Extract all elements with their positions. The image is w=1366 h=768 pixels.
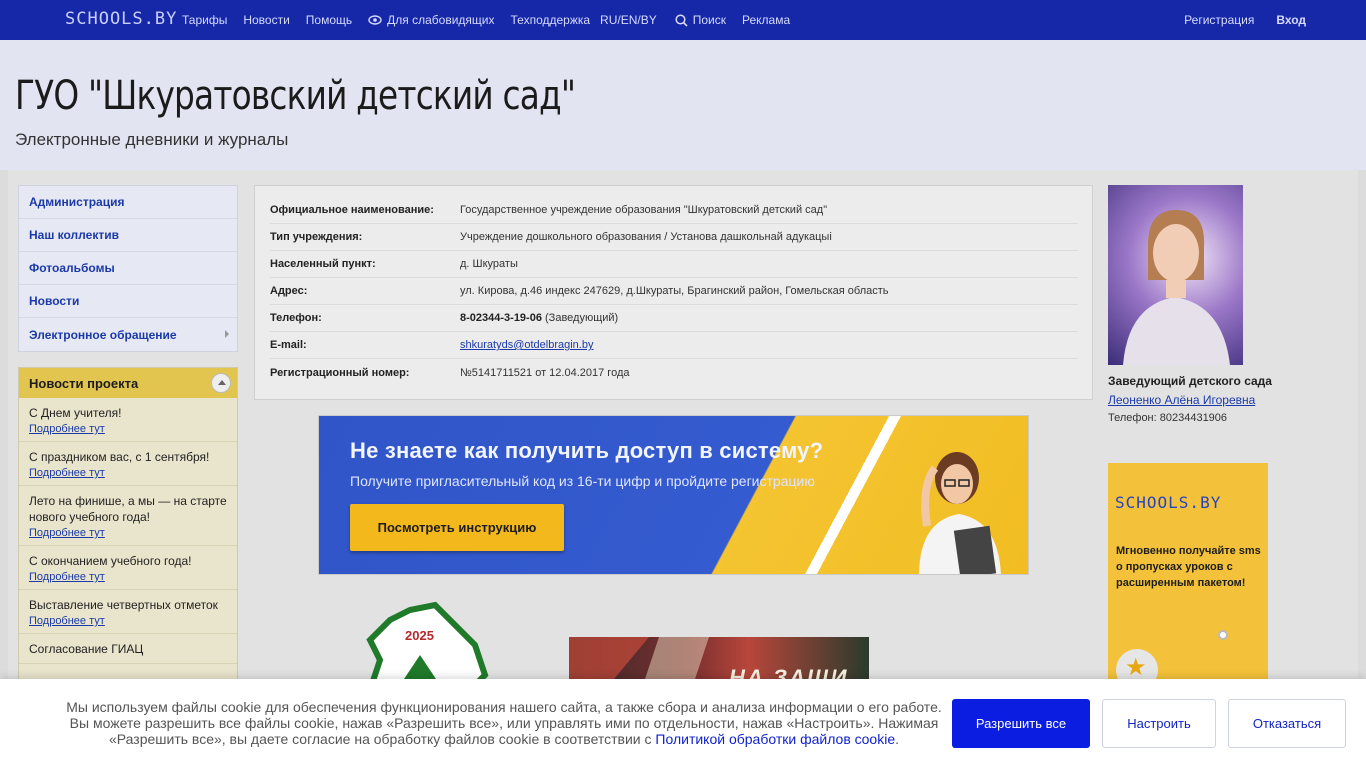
site-logo[interactable]: SCHOOLS.BY bbox=[65, 9, 177, 29]
info-label: Регистрационный номер: bbox=[270, 366, 410, 379]
info-row-official-name: Официальное наименование: Государственное… bbox=[270, 197, 1078, 224]
info-value: д. Шкураты bbox=[460, 258, 518, 270]
language-switch[interactable]: RU/EN/BY bbox=[600, 13, 657, 27]
sidebar-item-label: Электронное обращение bbox=[29, 327, 177, 342]
cookie-text: Мы используем файлы cookie для обеспечен… bbox=[66, 699, 942, 747]
project-news-panel: Новости проекта С Днем учителя! Подробнее… bbox=[18, 367, 238, 687]
director-photo bbox=[1108, 185, 1243, 365]
news-item: С окончанием учебного года! Подробнее тут bbox=[19, 546, 237, 590]
news-item: С праздником вас, с 1 сентября! Подробнее… bbox=[19, 442, 237, 486]
news-more-link[interactable]: Подробнее тут bbox=[29, 423, 105, 435]
info-value: ул. Кирова, д.46 индекс 247629, д.Шкурат… bbox=[460, 285, 889, 297]
news-item-title: Согласование ГИАЦ bbox=[29, 642, 144, 656]
search-icon bbox=[675, 13, 688, 27]
nav-news[interactable]: Новости bbox=[243, 13, 289, 27]
info-label: Официальное наименование: bbox=[270, 204, 434, 216]
banner-subtext: Получите пригласительный код из 16-ти ци… bbox=[350, 473, 815, 489]
director-name-link[interactable]: Леоненко Алёна Игоревна bbox=[1108, 393, 1255, 407]
news-item-title: С Днем учителя! bbox=[29, 406, 122, 420]
view-instruction-button[interactable]: Посмотреть инструкцию bbox=[350, 504, 564, 551]
phone-number: 8-02344-3-19-06 bbox=[460, 312, 542, 324]
login-link[interactable]: Вход bbox=[1276, 13, 1306, 27]
eye-icon bbox=[368, 15, 382, 25]
cookie-policy-link[interactable]: Политикой обработки файлов cookie bbox=[655, 731, 895, 747]
news-item: Лето на финише, а мы — на старте нового … bbox=[19, 486, 237, 546]
info-label: Телефон: bbox=[270, 312, 322, 324]
nav-support[interactable]: Техподдержка bbox=[511, 13, 591, 27]
email-link[interactable]: shkuratyds@otdelbragin.by bbox=[460, 339, 593, 351]
nav-help[interactable]: Помощь bbox=[306, 13, 352, 27]
project-news-title: Новости проекта bbox=[29, 375, 139, 391]
news-more-link[interactable]: Подробнее тут bbox=[29, 571, 105, 583]
sidebar-item-staff[interactable]: Наш коллектив bbox=[19, 219, 237, 252]
decorative-dot-icon bbox=[1218, 630, 1228, 640]
sidebar-item-news[interactable]: Новости bbox=[19, 285, 237, 318]
news-more-link[interactable]: Подробнее тут bbox=[29, 615, 105, 627]
register-link[interactable]: Регистрация bbox=[1184, 13, 1254, 27]
news-item-title: Выставление четвертных отметок bbox=[29, 598, 218, 612]
info-row-address: Адрес: ул. Кирова, д.46 индекс 247629, д.… bbox=[270, 278, 1078, 305]
phone-note: (Заведующий) bbox=[545, 312, 619, 324]
director-phone: Телефон: 80234431906 bbox=[1108, 412, 1228, 424]
sidebar-item-electronic-appeal[interactable]: Электронное обращение bbox=[19, 318, 237, 351]
top-nav: Тарифы Новости Помощь Для слабовидящих Т… bbox=[182, 0, 790, 40]
cookie-consent-bar: Мы используем файлы cookie для обеспечен… bbox=[0, 679, 1366, 768]
info-value: shkuratyds@otdelbragin.by bbox=[460, 339, 593, 351]
nav-tariffs[interactable]: Тарифы bbox=[182, 13, 227, 27]
sidebar-item-administration[interactable]: Администрация bbox=[19, 186, 237, 219]
news-item-title: Лето на финише, а мы — на старте нового … bbox=[29, 494, 227, 524]
news-more-link[interactable]: Подробнее тут bbox=[29, 467, 105, 479]
info-label: Адрес: bbox=[270, 285, 308, 297]
chevron-right-icon bbox=[225, 330, 229, 338]
info-value: 8-02344-3-19-06 (Заведующий) bbox=[460, 312, 618, 324]
year-emblem-icon: 2025 bbox=[366, 601, 489, 690]
woman-illustration-icon bbox=[919, 452, 1001, 574]
banner-headline: Не знаете как получить доступ в систему? bbox=[350, 438, 824, 463]
info-value: Государственное учреждение образования "… bbox=[460, 204, 828, 216]
nav-ads[interactable]: Реклама bbox=[742, 13, 790, 27]
cookie-settings-button[interactable]: Настроить bbox=[1102, 699, 1216, 748]
nav-accessibility[interactable]: Для слабовидящих bbox=[368, 13, 495, 27]
page-header: ГУО "Шкуратовский детский сад" Электронн… bbox=[0, 40, 1366, 170]
page-title: ГУО "Шкуратовский детский сад" bbox=[15, 73, 576, 119]
info-row-type: Тип учреждения: Учреждение дошкольного об… bbox=[270, 224, 1078, 251]
info-value: Учреждение дошкольного образования / Уст… bbox=[460, 231, 832, 243]
allow-all-button[interactable]: Разрешить все bbox=[952, 699, 1090, 748]
info-row-locality: Населенный пункт: д. Шкураты bbox=[270, 251, 1078, 278]
sidebar-item-photo-albums[interactable]: Фотоальбомы bbox=[19, 252, 237, 285]
ad-logo: SCHOOLS.BY bbox=[1115, 493, 1222, 512]
info-label: E-mail: bbox=[270, 339, 307, 351]
page-subtitle: Электронные дневники и журналы bbox=[15, 130, 289, 149]
info-row-email: E-mail: shkuratyds@otdelbragin.by bbox=[270, 332, 1078, 359]
project-news-header: Новости проекта bbox=[19, 368, 237, 398]
access-instruction-banner[interactable]: Не знаете как получить доступ в систему?… bbox=[318, 415, 1029, 575]
news-item-title: С праздником вас, с 1 сентября! bbox=[29, 450, 210, 464]
decline-button[interactable]: Отказаться bbox=[1228, 699, 1346, 748]
director-portrait-icon bbox=[1123, 210, 1230, 365]
nav-search-label: Поиск bbox=[692, 13, 726, 27]
sidebar-menu: Администрация Наш коллектив Фотоальбомы … bbox=[18, 185, 238, 352]
nav-search[interactable]: Поиск bbox=[675, 13, 726, 27]
info-row-phone: Телефон: 8-02344-3-19-06 (Заведующий) bbox=[270, 305, 1078, 332]
institution-info-table: Официальное наименование: Государственное… bbox=[254, 185, 1093, 400]
auth-links: Регистрация Вход bbox=[1184, 0, 1306, 40]
sms-ad-banner[interactable]: SCHOOLS.BY Мгновенно получайте sms о про… bbox=[1108, 463, 1268, 693]
info-label: Тип учреждения: bbox=[270, 231, 363, 243]
news-item-title: С окончанием учебного года! bbox=[29, 554, 192, 568]
info-row-registration: Регистрационный номер: №5141711521 от 12.… bbox=[270, 359, 1078, 386]
emblem-year: 2025 bbox=[405, 628, 434, 643]
ad-text: Мгновенно получайте sms о пропусках урок… bbox=[1116, 545, 1261, 589]
news-item: Выставление четвертных отметок Подробнее … bbox=[19, 590, 237, 634]
news-item: Согласование ГИАЦ bbox=[19, 634, 237, 664]
top-navigation-bar: SCHOOLS.BY Тарифы Новости Помощь Для сла… bbox=[0, 0, 1366, 40]
nav-accessibility-label: Для слабовидящих bbox=[387, 13, 495, 27]
info-label: Населенный пункт: bbox=[270, 258, 376, 270]
news-more-link[interactable]: Подробнее тут bbox=[29, 527, 105, 539]
news-item: С Днем учителя! Подробнее тут bbox=[19, 398, 237, 442]
info-value: №5141711521 от 12.04.2017 года bbox=[460, 366, 630, 379]
collapse-toggle-icon[interactable] bbox=[211, 373, 231, 393]
director-role: Заведующий детского сада bbox=[1108, 374, 1272, 388]
